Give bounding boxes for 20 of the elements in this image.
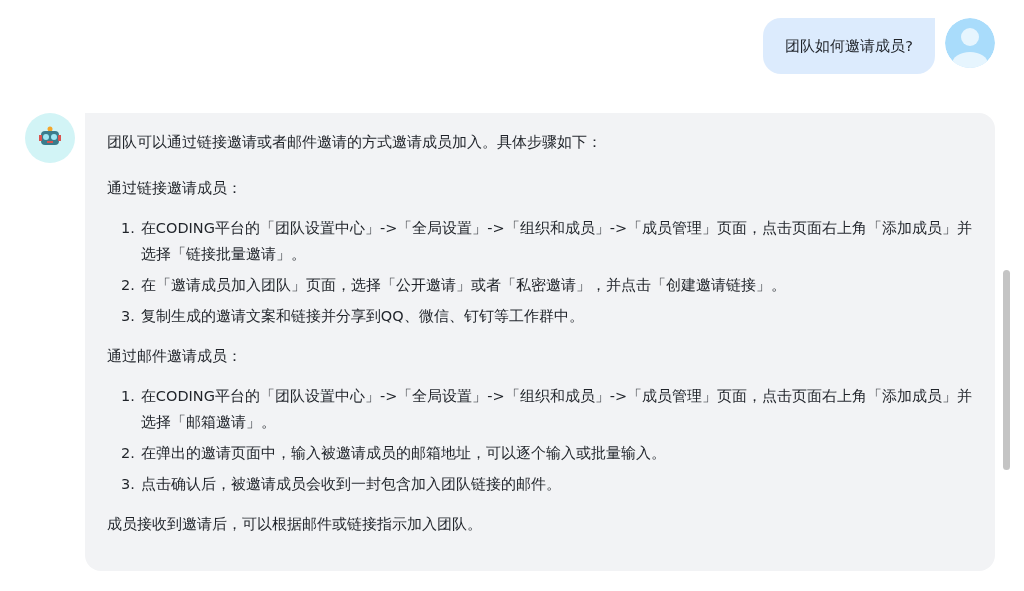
list-item-text: 点击确认后，被邀请成员会收到一封包含加入团队链接的邮件。: [140, 475, 561, 494]
list-number: 1.: [121, 219, 135, 238]
list-number: 3.: [121, 475, 135, 494]
list-item-text: 复制生成的邀请文案和链接并分享到QQ、微信、钉钉等工作群中。: [140, 307, 584, 326]
user-message-bubble: 团队如何邀请成员?: [763, 18, 935, 74]
robot-avatar-icon: [25, 113, 75, 163]
list-item-text: 在「邀请成员加入团队」页面，选择「公开邀请」或者「私密邀请」，并点击「创建邀请链接」。: [140, 276, 786, 295]
scrollbar-thumb[interactable]: [1003, 270, 1010, 470]
list-number: 2.: [121, 276, 135, 295]
message-paragraph: 团队可以通过链接邀请或者邮件邀请的方式邀请成员加入。具体步骤如下：: [107, 133, 603, 152]
list-item-text: 在CODING平台的「团队设置中心」->「全局设置」->「组织和成员」->「成员管理」页面，点击页面右上角「添加成员」并选择「链接批量邀请」。: [140, 219, 973, 264]
list-item-text: 在CODING平台的「团队设置中心」->「全局设置」->「组织和成员」->「成员管理」页面，点击页面右上角「添加成员」并选择「邮箱邀请」。: [140, 387, 973, 432]
list-number: 2.: [121, 444, 135, 463]
list-number: 1.: [121, 387, 135, 406]
list-number: 3.: [121, 307, 135, 326]
message-paragraph: 通过邮件邀请成员：: [107, 347, 243, 366]
list-item-text: 在弹出的邀请页面中，输入被邀请成员的邮箱地址，可以逐个输入或批量输入。: [140, 444, 666, 463]
message-paragraph: 通过链接邀请成员：: [107, 179, 243, 198]
user-avatar-icon: [945, 18, 995, 68]
message-paragraph: 成员接收到邀请后，可以根据邮件或链接指示加入团队。: [107, 515, 483, 534]
